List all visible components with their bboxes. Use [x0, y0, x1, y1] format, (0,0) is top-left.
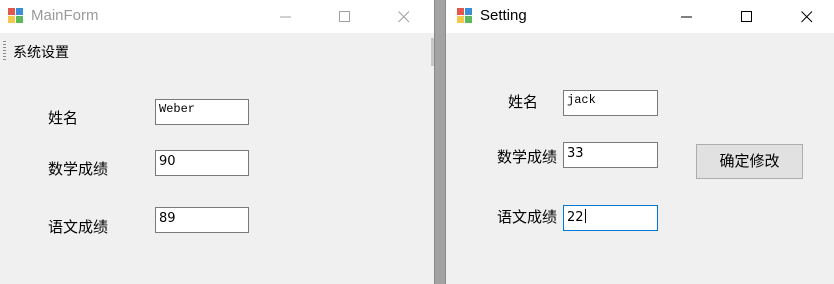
close-icon [801, 11, 813, 23]
close-button[interactable] [784, 0, 830, 33]
confirm-modify-button[interactable]: 确定修改 [696, 144, 803, 179]
mainform-window: MainForm 系统设置 姓名 Weber 数学成绩 90 语文成绩 89 [0, 0, 434, 284]
setting-window: Setting 姓名 jack 数学成绩 33 语文成绩 22 确定修改 [446, 0, 834, 284]
math-score-input[interactable]: 33 [563, 142, 658, 168]
chinese-score-input[interactable]: 22 [563, 205, 658, 231]
minimize-icon [280, 16, 291, 18]
math-score-input[interactable]: 90 [155, 150, 249, 176]
maximize-icon [741, 11, 752, 22]
mainform-titlebar[interactable]: MainForm [0, 0, 434, 33]
math-score-label: 数学成绩 [48, 160, 109, 178]
name-label: 姓名 [508, 93, 539, 111]
text-caret [584, 209, 586, 223]
window-divider [434, 0, 446, 284]
minimize-button[interactable] [263, 0, 309, 33]
name-input[interactable]: jack [563, 90, 658, 116]
name-input[interactable]: Weber [155, 99, 249, 125]
window-title: MainForm [31, 7, 99, 24]
chinese-score-input[interactable]: 89 [155, 207, 249, 233]
window-title: Setting [480, 7, 527, 24]
name-label: 姓名 [48, 109, 79, 127]
app-icon [8, 8, 24, 24]
chinese-score-value: 22 [567, 210, 584, 225]
chinese-score-label: 语文成绩 [497, 208, 558, 226]
maximize-button[interactable] [724, 0, 770, 33]
menu-bar: 系统设置 [0, 33, 434, 69]
math-score-label: 数学成绩 [497, 148, 558, 166]
close-icon [398, 11, 410, 23]
minimize-button[interactable] [664, 0, 710, 33]
menu-grip[interactable] [3, 41, 6, 61]
setting-titlebar[interactable]: Setting [446, 0, 834, 33]
app-icon [457, 8, 473, 24]
minimize-icon [681, 16, 692, 18]
maximize-icon [339, 11, 350, 22]
maximize-button[interactable] [322, 0, 368, 33]
menu-item-system-settings[interactable]: 系统设置 [13, 42, 69, 62]
close-button[interactable] [381, 0, 427, 33]
chinese-score-label: 语文成绩 [48, 218, 109, 236]
